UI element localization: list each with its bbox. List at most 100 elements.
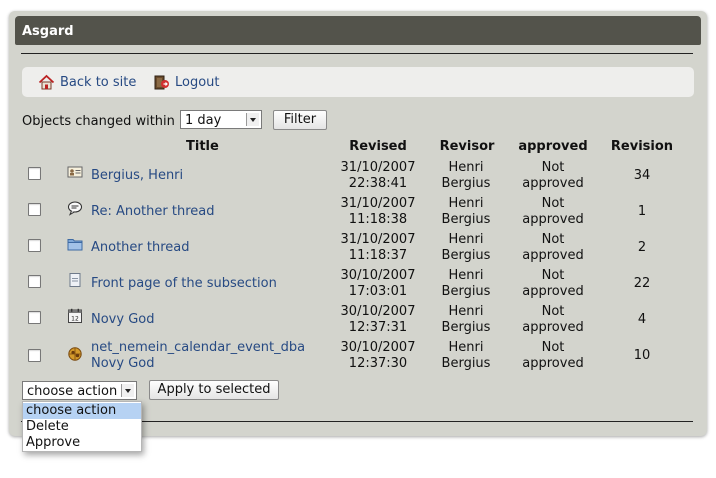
filter-label: Objects changed within [22,114,175,129]
row-revisor: Henri Bergius [436,340,496,372]
option-choose-action[interactable]: choose action [23,403,141,419]
revisor-first: Henri [448,160,484,175]
row-revision: 34 [633,168,651,183]
row-title-link[interactable]: Front page of the subsection [91,266,331,302]
logout-label: Logout [175,75,220,90]
revisor-first: Henri [448,232,484,247]
row-title-link[interactable]: net_nemein_calendar_event_dba Novy God [91,340,331,372]
time-range-value: 1 day [185,113,222,128]
status-line-2: approved [522,356,584,371]
row-status: Not approved [516,268,590,300]
status-line-2: approved [522,320,584,335]
option-delete[interactable]: Delete [23,419,141,435]
table-row: Re: Another thread 31/10/2007 11:18:38 H… [22,194,694,230]
home-icon [38,74,55,90]
header-revision: Revision [610,139,674,154]
status-line-1: Not [541,268,565,283]
table-row: Bergius, Henri 31/10/2007 22:38:41 Henri… [22,158,694,194]
row-revisor: Henri Bergius [436,304,496,336]
table-row: Another thread 31/10/2007 11:18:37 Henri… [22,230,694,266]
status-line-1: Not [541,160,565,175]
row-revised: 30/10/2007 12:37:30 [338,340,418,372]
revised-time: 12:37:31 [348,320,408,335]
row-checkbox[interactable] [28,349,41,362]
revisor-last: Bergius [441,212,491,227]
revised-time: 11:18:37 [348,248,408,263]
status-line-2: approved [522,284,584,299]
row-status: Not approved [516,304,590,336]
table-row: net_nemein_calendar_event_dba Novy God 3… [22,338,694,374]
status-line-2: approved [522,248,584,263]
time-range-select[interactable]: 1 day [180,110,262,129]
revised-date: 31/10/2007 [340,196,416,211]
revised-date: 31/10/2007 [340,160,416,175]
revisor-last: Bergius [441,320,491,335]
action-dropdown-menu: choose action Delete Approve [22,401,142,452]
revisor-last: Bergius [441,248,491,263]
document-icon [69,273,81,287]
revised-date: 30/10/2007 [340,268,416,283]
app-title: Asgard [22,24,74,39]
revisor-last: Bergius [441,356,491,371]
top-divider [21,53,693,54]
filter-button[interactable]: Filter [273,110,327,130]
option-approve[interactable]: Approve [23,435,141,451]
chevron-down-icon [246,113,259,126]
table-row: Front page of the subsection 30/10/2007 … [22,266,694,302]
row-revised: 30/10/2007 17:03:01 [338,268,418,300]
header-title: Title [186,139,219,154]
row-checkbox[interactable] [28,275,41,288]
action-select[interactable]: choose action [22,381,137,400]
chevron-down-icon [121,384,134,397]
back-to-site-label: Back to site [60,75,137,90]
header-revisor: Revisor [439,139,495,154]
row-revision: 1 [637,204,647,219]
row-title-link[interactable]: Re: Another thread [91,194,331,230]
person-card-icon [67,166,83,178]
row-checkbox[interactable] [28,167,41,180]
revised-date: 30/10/2007 [340,340,416,355]
status-line-2: approved [522,212,584,227]
status-line-1: Not [541,340,565,355]
status-line-1: Not [541,304,565,319]
apply-to-selected-button[interactable]: Apply to selected [149,380,279,400]
title-bar: Asgard [15,16,701,45]
row-checkbox[interactable] [28,239,41,252]
row-title-link[interactable]: Another thread [91,230,331,266]
logout-icon [154,75,169,90]
row-revisor: Henri Bergius [436,232,496,264]
revisor-last: Bergius [441,284,491,299]
table-row: 12 Novy God 30/10/2007 12:37:31 Henri Be… [22,302,694,338]
row-revision: 4 [637,312,647,327]
row-status: Not approved [516,340,590,372]
row-revised: 31/10/2007 11:18:38 [338,196,418,228]
row-checkbox[interactable] [28,203,41,216]
revisor-first: Henri [448,196,484,211]
revised-date: 30/10/2007 [340,304,416,319]
row-status: Not approved [516,232,590,264]
calendar-icon: 12 [68,308,82,323]
svg-text:12: 12 [71,315,79,322]
row-status: Not approved [516,160,590,192]
row-title-line-2: Novy God [91,356,155,371]
revised-time: 12:37:30 [348,356,408,371]
row-title-line-1: net_nemein_calendar_event_dba [91,340,306,355]
row-revisor: Henri Bergius [436,196,496,228]
logout-link[interactable]: Logout [153,74,220,91]
row-title-link[interactable]: Bergius, Henri [91,158,331,194]
toolbar: Back to site Logout [22,67,694,97]
row-title-link[interactable]: Novy God [91,302,331,338]
row-revision: 22 [633,276,651,291]
row-checkbox[interactable] [28,311,41,324]
revised-time: 22:38:41 [348,176,408,191]
action-select-value: choose action [27,384,118,399]
row-revisor: Henri Bergius [436,160,496,192]
row-revised: 30/10/2007 12:37:31 [338,304,418,336]
status-line-2: approved [522,176,584,191]
speech-bubble-icon [67,201,83,216]
header-approved: approved [518,139,588,154]
row-revisor: Henri Bergius [436,268,496,300]
revised-time: 11:18:38 [348,212,408,227]
back-to-site-link[interactable]: Back to site [38,74,136,91]
row-revision: 2 [637,240,647,255]
